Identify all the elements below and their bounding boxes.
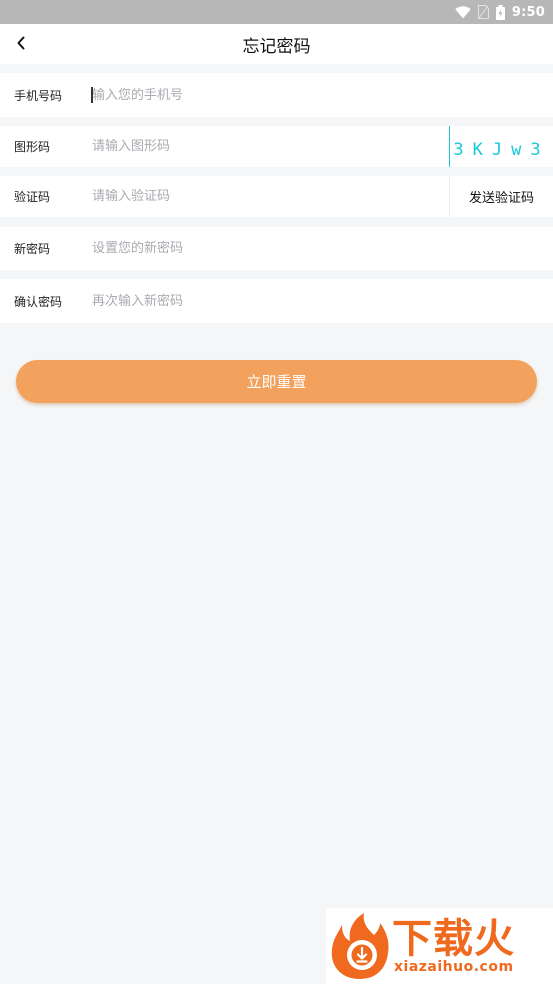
wifi-icon (455, 5, 471, 19)
new-password-input[interactable] (92, 227, 553, 270)
back-button[interactable] (6, 24, 36, 64)
status-bar: 9:50 (0, 0, 553, 24)
phone-input[interactable] (92, 73, 553, 117)
captcha-image[interactable]: 3KJw3 (449, 126, 553, 167)
send-code-button[interactable]: 发送验证码 (449, 176, 553, 217)
captcha-row: 图形码 3KJw3 (0, 126, 553, 167)
confirm-password-label: 确认密码 (14, 294, 63, 309)
chevron-left-icon (16, 35, 26, 54)
flame-logo-icon (331, 913, 389, 979)
sms-code-row: 验证码 发送验证码 (0, 176, 553, 217)
sim-icon (477, 5, 489, 19)
captcha-text: 3KJw3 (453, 140, 550, 160)
text-caret (91, 87, 93, 103)
new-password-row: 新密码 (0, 227, 553, 270)
watermark-title: 下载火 (392, 916, 515, 962)
confirm-password-input[interactable] (92, 279, 553, 323)
confirm-password-row: 确认密码 (0, 279, 553, 323)
battery-icon (495, 4, 505, 20)
sms-code-input[interactable] (92, 176, 449, 217)
page-title: 忘记密码 (242, 36, 311, 57)
phone-row: 手机号码 (0, 73, 553, 117)
new-password-label: 新密码 (14, 242, 51, 256)
sms-code-label: 验证码 (14, 190, 51, 204)
watermark-subtitle: xiazaihuo.com (394, 959, 514, 975)
reset-button[interactable]: 立即重置 (16, 360, 537, 403)
captcha-input[interactable] (92, 126, 449, 167)
header: 忘记密码 (0, 24, 553, 64)
status-time: 9:50 (511, 4, 545, 20)
captcha-label: 图形码 (14, 140, 51, 154)
phone-label: 手机号码 (14, 88, 63, 103)
watermark: 下载火 xiazaihuo.com (326, 908, 553, 984)
